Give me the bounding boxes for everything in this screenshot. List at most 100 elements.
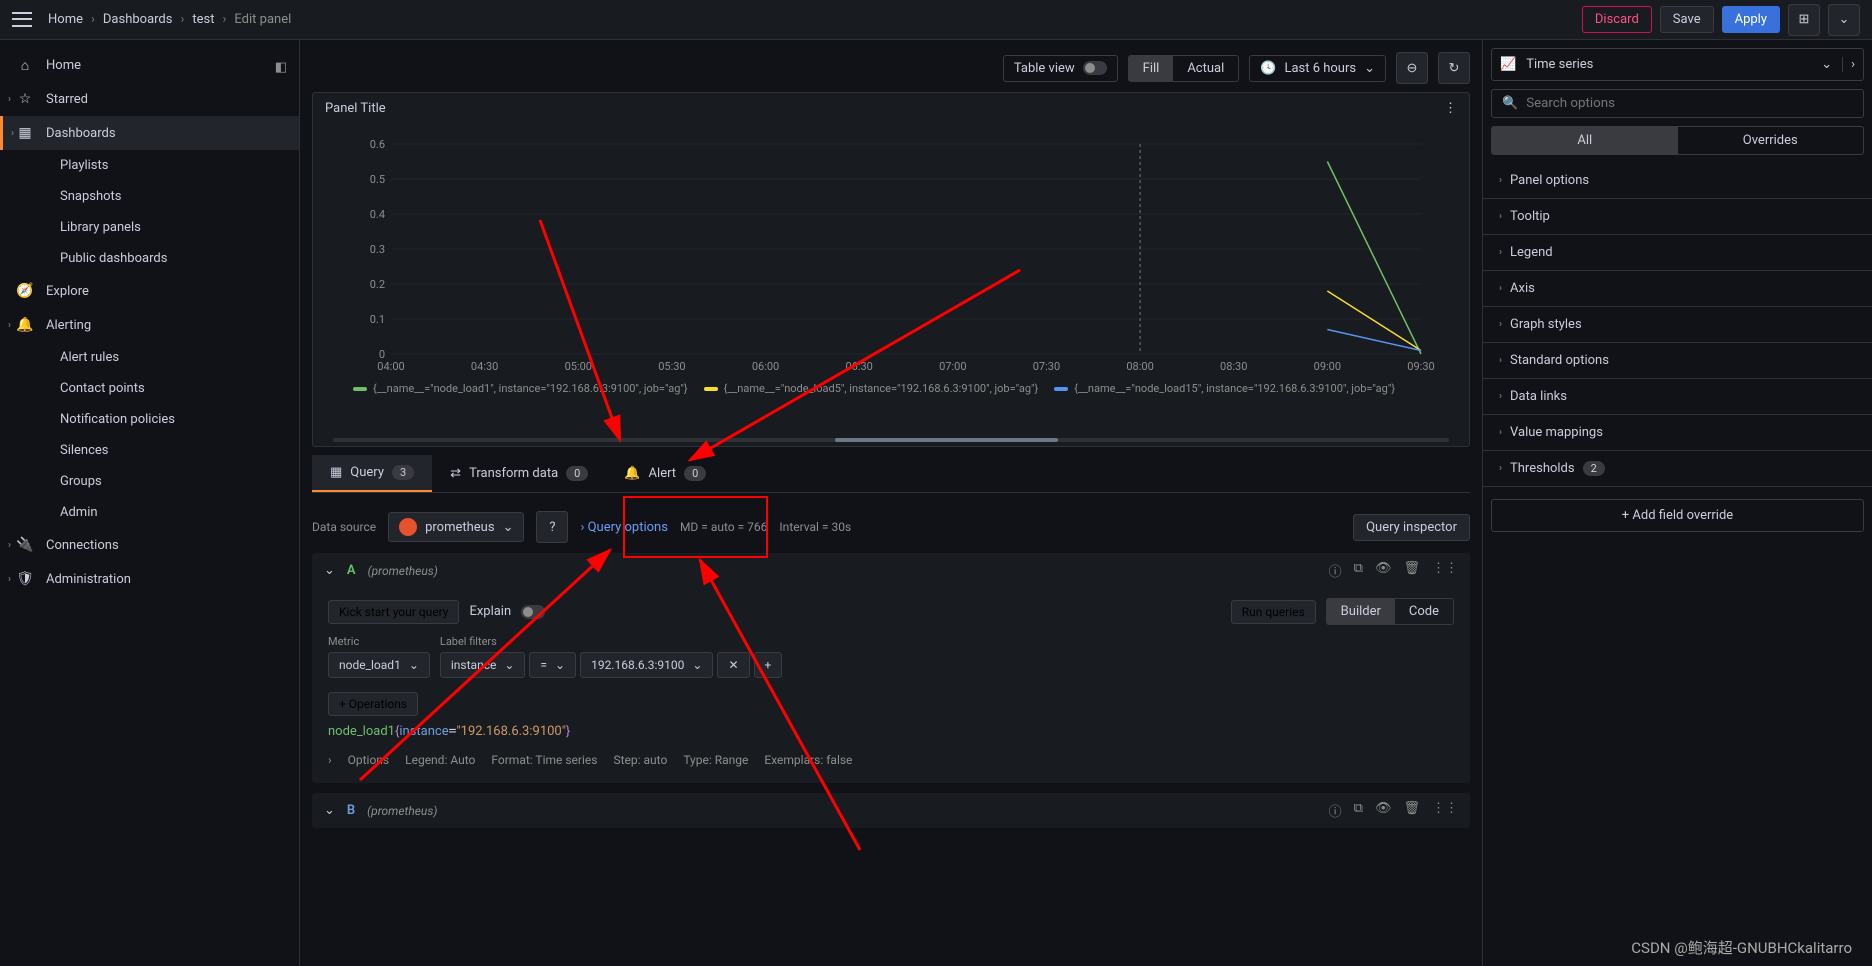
builder-seg[interactable]: Builder <box>1327 599 1395 624</box>
remove-filter-button[interactable]: ✕ <box>717 652 749 678</box>
svg-text:08:00: 08:00 <box>1126 360 1153 373</box>
data-source-select[interactable]: prometheus⌄ <box>388 512 524 542</box>
drag-handle-icon[interactable]: ⋮⋮ <box>1432 561 1458 580</box>
eye-icon[interactable]: 👁 <box>1375 561 1392 580</box>
crumb-test[interactable]: test <box>192 12 214 27</box>
time-series-chart: 00.10.20.30.40.50.604:0004:3005:0005:300… <box>333 134 1449 374</box>
collapse-icon[interactable]: ⌄ <box>324 563 335 578</box>
section-panel-options[interactable]: ›Panel options <box>1483 163 1872 199</box>
code-seg[interactable]: Code <box>1395 599 1453 624</box>
section-data-links[interactable]: ›Data links <box>1483 379 1872 415</box>
horizontal-scrollbar[interactable] <box>333 438 1449 442</box>
svg-text:08:30: 08:30 <box>1220 360 1247 373</box>
table-view-toggle[interactable]: Table view <box>1003 55 1118 82</box>
run-queries-button[interactable]: Run queries <box>1231 600 1316 624</box>
sidebar-item-dashboards[interactable]: ›▦Dashboards <box>0 116 299 150</box>
sidebar-item-contact-points[interactable]: Contact points <box>0 373 299 404</box>
metric-select[interactable]: node_load1⌄ <box>328 652 430 678</box>
section-value-mappings[interactable]: ›Value mappings <box>1483 415 1872 451</box>
discard-button[interactable]: Discard <box>1582 6 1652 33</box>
apply-button[interactable]: Apply <box>1722 6 1780 33</box>
fill-seg[interactable]: Fill <box>1129 56 1174 81</box>
svg-text:0.5: 0.5 <box>370 173 385 186</box>
sidebar-item-label: Notification policies <box>60 412 175 427</box>
sidebar-item-public-dashboards[interactable]: Public dashboards <box>0 243 299 274</box>
label-val-select[interactable]: 192.168.6.3:9100⌄ <box>580 652 713 678</box>
sidebar-item-notification-policies[interactable]: Notification policies <box>0 404 299 435</box>
ds-help-icon[interactable]: ? <box>536 511 568 543</box>
sidebar-item-library-panels[interactable]: Library panels <box>0 212 299 243</box>
search-options[interactable]: 🔍 <box>1491 89 1864 118</box>
kickstart-button[interactable]: Kick start your query <box>328 600 459 624</box>
add-field-override-button[interactable]: + Add field override <box>1491 499 1864 532</box>
visualization-picker[interactable]: 📈 Time series ⌄ › <box>1491 48 1864 81</box>
duplicate-icon[interactable]: ⧉ <box>1354 561 1363 580</box>
tab-query[interactable]: ▦ Query3 <box>312 455 432 492</box>
trash-icon[interactable]: 🗑 <box>1403 561 1420 580</box>
chevron-right-icon[interactable]: › <box>1842 57 1855 72</box>
explain-toggle[interactable] <box>521 605 545 619</box>
sidebar-item-home[interactable]: ⌂Home◧ <box>0 48 299 82</box>
add-filter-button[interactable]: + <box>754 652 783 678</box>
tab-overrides[interactable]: Overrides <box>1678 127 1864 154</box>
query-inspector-button[interactable]: Query inspector <box>1353 514 1470 541</box>
crumb-dashboards[interactable]: Dashboards <box>103 12 173 27</box>
query-options-link[interactable]: › Query options <box>580 520 667 535</box>
sidebar-item-alert-rules[interactable]: Alert rules <box>0 342 299 373</box>
sidebar-item-explore[interactable]: 🧭Explore <box>0 274 299 308</box>
transform-icon: ⇄ <box>450 466 461 481</box>
sidebar-item-administration[interactable]: ›🛡Administration <box>0 562 299 596</box>
section-legend[interactable]: ›Legend <box>1483 235 1872 271</box>
save-button[interactable]: Save <box>1660 6 1714 33</box>
tab-all[interactable]: All <box>1492 127 1678 154</box>
section-standard-options[interactable]: ›Standard options <box>1483 343 1872 379</box>
query-expression: node_load1{instance="192.168.6.3:9100"} <box>328 716 1454 747</box>
trash-icon[interactable]: 🗑 <box>1403 801 1420 820</box>
legend-item[interactable]: {__name__="node_load15", instance="192.1… <box>1054 382 1395 395</box>
legend-color <box>1054 387 1068 391</box>
search-icon: 🔍 <box>1502 96 1518 111</box>
actual-seg[interactable]: Actual <box>1173 56 1238 81</box>
panel-menu-icon[interactable]: ⋮ <box>1444 101 1457 116</box>
sidebar-item-connections[interactable]: ›🔌Connections <box>0 528 299 562</box>
query-help-icon[interactable]: ⓘ <box>1329 561 1342 580</box>
sidebar-item-snapshots[interactable]: Snapshots <box>0 181 299 212</box>
legend-color <box>353 387 367 391</box>
refresh-icon[interactable]: ↻ <box>1438 52 1470 84</box>
sidebar-collapse-icon[interactable]: ◧ <box>275 60 287 75</box>
search-input[interactable] <box>1526 96 1853 111</box>
legend-item[interactable]: {__name__="node_load5", instance="192.16… <box>704 382 1039 395</box>
tab-alert[interactable]: 🔔 Alert0 <box>606 455 724 492</box>
sidebar-item-label: Groups <box>60 474 102 489</box>
sidebar-item-starred[interactable]: ›☆Starred <box>0 82 299 116</box>
crumb-home[interactable]: Home <box>48 12 83 27</box>
section-axis[interactable]: ›Axis <box>1483 271 1872 307</box>
sidebar-item-silences[interactable]: Silences <box>0 435 299 466</box>
sidebar-item-alerting[interactable]: ›🔔Alerting <box>0 308 299 342</box>
query-help-icon[interactable]: ⓘ <box>1329 801 1342 820</box>
panel-settings-icon[interactable]: ⊞ <box>1788 4 1820 36</box>
legend-item[interactable]: {__name__="node_load1", instance="192.16… <box>353 382 688 395</box>
sidebar-item-playlists[interactable]: Playlists <box>0 150 299 181</box>
sidebar-item-groups[interactable]: Groups <box>0 466 299 497</box>
operations-button[interactable]: + Operations <box>328 692 418 716</box>
options-chevron[interactable]: › <box>328 753 332 767</box>
label-key-select[interactable]: instance⌄ <box>440 652 526 678</box>
sidebar-item-admin[interactable]: Admin <box>0 497 299 528</box>
drag-handle-icon[interactable]: ⋮⋮ <box>1432 801 1458 820</box>
label-op-select[interactable]: =⌄ <box>529 652 576 678</box>
zoom-out-icon[interactable]: ⊖ <box>1396 52 1428 84</box>
section-thresholds[interactable]: ›Thresholds 2 <box>1483 451 1872 487</box>
duplicate-icon[interactable]: ⧉ <box>1354 801 1363 820</box>
menu-icon[interactable] <box>12 10 32 30</box>
svg-text:04:30: 04:30 <box>471 360 498 373</box>
md-text: MD = auto = 766 <box>680 520 767 534</box>
chevron-down-icon[interactable]: ⌄ <box>1828 4 1860 36</box>
eye-icon[interactable]: 👁 <box>1375 801 1392 820</box>
section-graph-styles[interactable]: ›Graph styles <box>1483 307 1872 343</box>
options-label[interactable]: Options <box>348 753 390 767</box>
time-range-picker[interactable]: 🕓 Last 6 hours ⌄ <box>1249 55 1386 82</box>
tab-transform[interactable]: ⇄ Transform data0 <box>432 455 606 492</box>
collapse-icon[interactable]: ⌄ <box>324 803 335 818</box>
section-tooltip[interactable]: ›Tooltip <box>1483 199 1872 235</box>
